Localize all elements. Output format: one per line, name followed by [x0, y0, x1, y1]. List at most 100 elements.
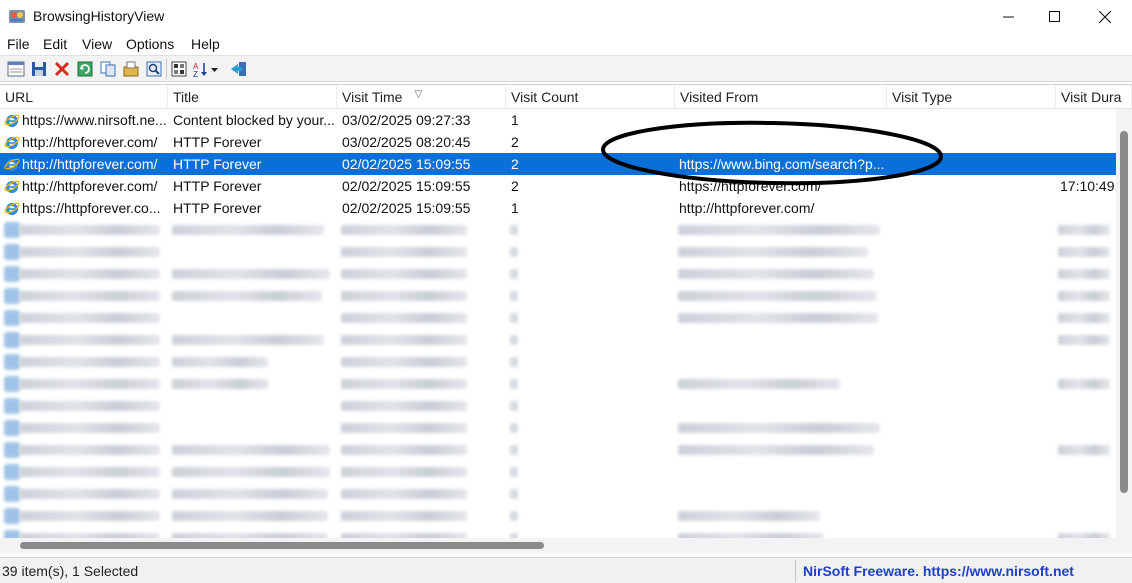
column-header-url[interactable]: URL — [0, 85, 168, 109]
redacted-text — [341, 225, 467, 235]
visit-count-cell: 1 — [511, 112, 519, 128]
column-header-visit-type[interactable]: Visit Type — [887, 85, 1056, 109]
redacted-row[interactable] — [0, 307, 1116, 329]
redacted-text — [1058, 379, 1110, 389]
status-bar: 39 item(s), 1 Selected NirSoft Freeware.… — [0, 557, 1132, 583]
horizontal-scrollbar[interactable] — [0, 538, 1132, 554]
table-row[interactable]: https://www.nirsoft.ne... Content blocke… — [0, 109, 1116, 131]
html-report-icon — [171, 61, 187, 77]
properties-icon — [7, 61, 25, 77]
blurred-browser-icon — [4, 244, 20, 260]
open-options-button[interactable] — [121, 59, 141, 79]
redacted-row[interactable] — [0, 461, 1116, 483]
redacted-row[interactable] — [0, 505, 1116, 527]
redacted-text — [510, 489, 518, 499]
menu-edit[interactable]: Edit — [43, 36, 67, 52]
redacted-row[interactable] — [0, 439, 1116, 461]
menu-options[interactable]: Options — [126, 36, 174, 52]
table-row[interactable]: http://httpforever.com/ HTTP Forever 02/… — [0, 175, 1116, 197]
title-cell: HTTP Forever — [173, 200, 262, 216]
redacted-text — [341, 423, 467, 433]
blurred-browser-icon — [4, 354, 20, 370]
visit-time-cell: 02/02/2025 15:09:55 — [342, 200, 471, 216]
redacted-row[interactable] — [0, 329, 1116, 351]
visit-duration-cell: 17:10:49. — [1060, 178, 1116, 194]
menu-file[interactable]: File — [7, 36, 30, 52]
redacted-text — [20, 335, 160, 345]
url-cell: http://httpforever.com/ — [22, 156, 158, 172]
status-item-count: 39 item(s), 1 Selected — [2, 563, 139, 579]
redacted-row[interactable] — [0, 373, 1116, 395]
column-header-visit-duration[interactable]: Visit Dura — [1056, 85, 1132, 109]
exit-icon — [231, 62, 246, 76]
blurred-browser-icon — [4, 420, 20, 436]
redacted-text — [172, 291, 322, 301]
menu-bar: File Edit View Options Help — [0, 33, 1132, 55]
redacted-row[interactable] — [0, 285, 1116, 307]
table-row[interactable]: https://httpforever.co... HTTP Forever 0… — [0, 197, 1116, 219]
blurred-browser-icon — [4, 486, 20, 502]
visit-duration-cell — [1058, 197, 1116, 219]
maximize-icon — [1049, 10, 1060, 22]
refresh-icon — [77, 61, 93, 77]
redacted-text — [172, 335, 324, 345]
redacted-row[interactable] — [0, 417, 1116, 439]
nirsoft-link[interactable]: NirSoft Freeware. https://www.nirsoft.ne… — [803, 563, 1074, 579]
redacted-text — [678, 423, 880, 433]
redacted-text — [678, 247, 868, 257]
save-button[interactable] — [29, 59, 49, 79]
refresh-button[interactable] — [75, 59, 95, 79]
copy-button[interactable] — [98, 59, 118, 79]
properties-button[interactable] — [6, 59, 26, 79]
html-report-button[interactable] — [169, 59, 189, 79]
column-header-visit-time[interactable]: Visit Time ▽ — [337, 85, 506, 109]
redacted-text — [510, 225, 518, 235]
redacted-row[interactable] — [0, 241, 1116, 263]
redacted-text — [341, 313, 467, 323]
redacted-text — [1058, 269, 1110, 279]
table-row-selected[interactable]: http://httpforever.com/ HTTP Forever 02/… — [0, 153, 1116, 175]
vertical-scrollbar[interactable] — [1116, 109, 1132, 554]
blurred-browser-icon — [4, 310, 20, 326]
redacted-text — [510, 335, 518, 345]
table-row[interactable]: http://httpforever.com/ HTTP Forever 03/… — [0, 131, 1116, 153]
find-button[interactable] — [144, 59, 164, 79]
redacted-row[interactable] — [0, 263, 1116, 285]
visited-from-cell: https://httpforever.com/ — [679, 178, 822, 194]
column-header-title[interactable]: Title — [168, 85, 337, 109]
menu-view[interactable]: View — [82, 36, 112, 52]
redacted-row[interactable] — [0, 483, 1116, 505]
visit-count-cell: 2 — [511, 156, 519, 172]
visited-from-cell: https://www.bing.com/search?p... — [679, 156, 884, 172]
redacted-text — [678, 313, 878, 323]
redacted-text — [341, 335, 467, 345]
vertical-scroll-thumb[interactable] — [1120, 131, 1128, 493]
redacted-text — [172, 357, 268, 367]
redacted-text — [20, 291, 160, 301]
redacted-row[interactable] — [0, 395, 1116, 417]
menu-help[interactable]: Help — [191, 36, 220, 52]
horizontal-scroll-thumb[interactable] — [20, 542, 544, 549]
redacted-text — [341, 401, 467, 411]
svg-text:Z: Z — [193, 70, 198, 77]
column-header-visit-count[interactable]: Visit Count — [506, 85, 675, 109]
minimize-button[interactable] — [986, 0, 1032, 33]
title-cell: HTTP Forever — [173, 178, 262, 194]
redacted-text — [678, 291, 876, 301]
redacted-text — [510, 423, 518, 433]
redacted-text — [20, 225, 160, 235]
redacted-row[interactable] — [0, 219, 1116, 241]
history-list[interactable]: URL Title Visit Time ▽ Visit Count Visite… — [0, 84, 1132, 554]
delete-button[interactable] — [52, 59, 72, 79]
redacted-text — [678, 269, 874, 279]
column-header-visit-time-label: Visit Time — [342, 89, 403, 105]
close-button[interactable] — [1082, 0, 1128, 33]
column-header-visited-from[interactable]: Visited From — [675, 85, 887, 109]
sort-button[interactable]: AZ — [192, 59, 220, 79]
exit-button[interactable] — [229, 59, 249, 79]
maximize-button[interactable] — [1032, 0, 1078, 33]
redacted-text — [510, 269, 518, 279]
redacted-row[interactable] — [0, 351, 1116, 373]
redacted-text — [20, 247, 160, 257]
sort-icon: AZ — [193, 62, 218, 77]
